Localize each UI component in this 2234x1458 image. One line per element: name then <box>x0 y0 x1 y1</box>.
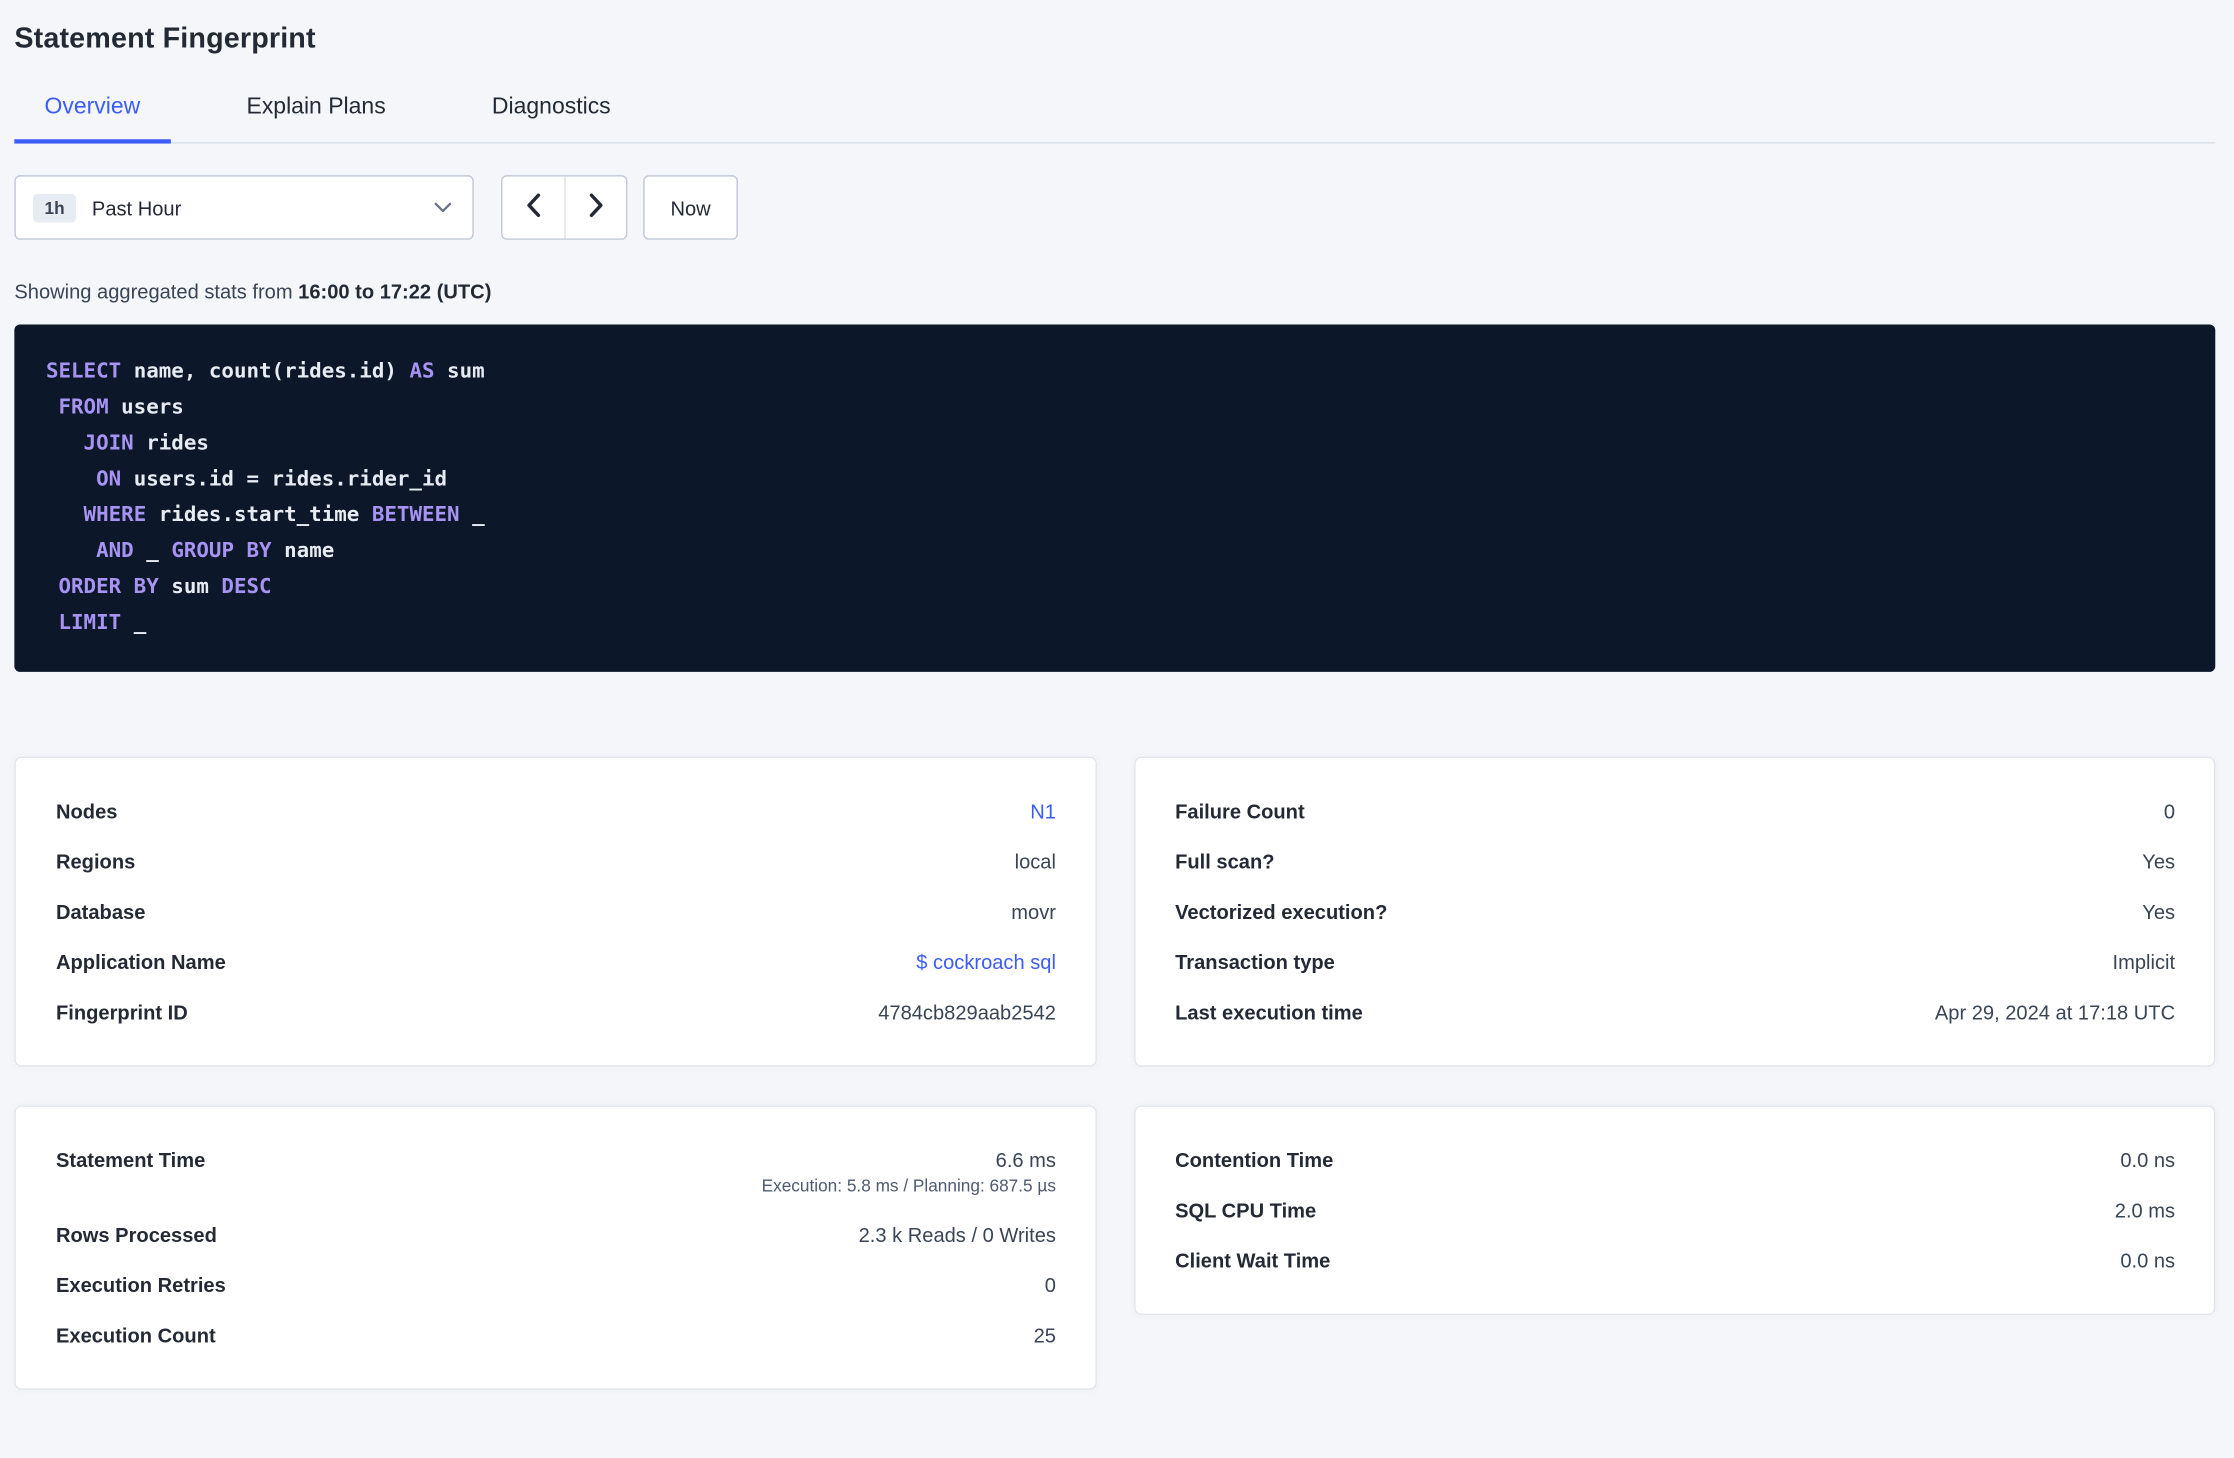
vectorized-value: Yes <box>2142 899 2176 923</box>
row-statement-time: Statement Time 6.6 ms Execution: 5.8 ms … <box>56 1134 1056 1209</box>
detail-row-regions: Regions local <box>56 836 1056 886</box>
time-range-dropdown[interactable]: 1h Past Hour <box>14 175 474 240</box>
detail-row-failure-count: Failure Count 0 <box>1175 785 2175 835</box>
detail-row-nodes: Nodes N1 <box>56 785 1056 835</box>
viewport: Statement Fingerprint Overview Explain P… <box>0 0 2234 1458</box>
time-interval-badge: 1h <box>33 193 77 222</box>
row-sql-cpu-time: SQL CPU Time 2.0 ms <box>1175 1184 2175 1234</box>
contention-time-value: 0.0 ns <box>2120 1147 2176 1171</box>
interval-arrows <box>501 175 628 240</box>
statement-time-breakdown: Execution: 5.8 ms / Planning: 687.5 µs <box>761 1175 1056 1196</box>
rows-processed-value: 2.3 k Reads / 0 Writes <box>858 1222 1056 1246</box>
row-execution-retries: Execution Retries 0 <box>56 1259 1056 1309</box>
detail-row-full-scan: Full scan? Yes <box>1175 836 2175 886</box>
row-client-wait-time: Client Wait Time 0.0 ns <box>1175 1235 2175 1285</box>
tab-explain-plans[interactable]: Explain Plans <box>216 95 415 144</box>
sql-line: LIMIT _ <box>58 611 147 635</box>
times-cards-row: Statement Time 6.6 ms Execution: 5.8 ms … <box>14 1105 2216 1390</box>
tab-diagnostics[interactable]: Diagnostics <box>462 95 641 144</box>
database-value: movr <box>1011 899 1056 923</box>
sql-line: ORDER BY sum DESC <box>58 575 272 599</box>
stats-summary-prefix: Showing aggregated stats from <box>14 279 299 303</box>
now-button[interactable]: Now <box>643 175 738 240</box>
details-cards-row: Nodes N1 Regions local Database movr App… <box>14 756 2216 1067</box>
tab-overview-label: Overview <box>44 94 141 120</box>
vectorized-label: Vectorized execution? <box>1175 899 1388 923</box>
statement-fingerprint-page: Statement Fingerprint Overview Explain P… <box>0 0 2234 1458</box>
client-wait-time-label: Client Wait Time <box>1175 1248 1331 1272</box>
sql-line: WHERE rides.start_time BETWEEN _ <box>83 503 485 527</box>
row-contention-time: Contention Time 0.0 ns <box>1175 1134 2175 1184</box>
execution-retries-label: Execution Retries <box>55 1272 226 1296</box>
detail-row-last-execution: Last execution time Apr 29, 2024 at 17:1… <box>1175 986 2175 1036</box>
stats-summary-range: 16:00 to 17:22 (UTC) <box>298 279 492 303</box>
execution-retries-value: 0 <box>1044 1272 1056 1296</box>
fingerprint-id-value: 4784cb829aab2542 <box>878 999 1056 1023</box>
row-execution-count: Execution Count 25 <box>56 1309 1056 1359</box>
regions-label: Regions <box>55 849 136 873</box>
tab-explain-plans-label: Explain Plans <box>246 94 386 120</box>
tab-bar: Overview Explain Plans Diagnostics <box>14 94 2216 144</box>
last-execution-value: Apr 29, 2024 at 17:18 UTC <box>1934 999 2176 1023</box>
sql-line: FROM users <box>58 396 184 420</box>
next-interval-button[interactable] <box>564 176 626 239</box>
fingerprint-id-label: Fingerprint ID <box>55 999 188 1023</box>
aggregated-stats-summary: Showing aggregated stats from 16:00 to 1… <box>14 280 2215 303</box>
detail-row-transaction-type: Transaction type Implicit <box>1175 936 2175 986</box>
last-execution-label: Last execution time <box>1175 999 1363 1023</box>
client-wait-time-value: 0.0 ns <box>2120 1248 2176 1272</box>
statement-time-label: Statement Time <box>55 1147 206 1171</box>
statement-time-value: 6.6 ms <box>995 1147 1056 1171</box>
sql-line: SELECT name, count(rides.id) AS sum <box>45 360 485 384</box>
sql-code: SELECT name, count(rides.id) AS sum FROM… <box>46 355 2184 642</box>
database-label: Database <box>55 899 146 923</box>
transaction-type-value: Implicit <box>2112 949 2176 973</box>
failure-count-value: 0 <box>2163 798 2176 822</box>
sql-line: JOIN rides <box>83 432 209 456</box>
detail-row-vectorized: Vectorized execution? Yes <box>1175 886 2175 936</box>
chevron-down-icon <box>434 201 453 214</box>
execution-count-value: 25 <box>1033 1322 1056 1346</box>
transaction-type-label: Transaction type <box>1175 949 1335 973</box>
regions-value: local <box>1014 849 1056 873</box>
time-toolbar: 1h Past Hour Now <box>14 175 2215 240</box>
app-name-link[interactable]: $ cockroach sql <box>916 950 1056 973</box>
tab-overview[interactable]: Overview <box>14 94 171 144</box>
row-rows-processed: Rows Processed 2.3 k Reads / 0 Writes <box>56 1209 1056 1259</box>
time-range-label: Past Hour <box>91 195 182 219</box>
detail-row-database: Database movr <box>56 886 1056 936</box>
execution-attributes-card: Failure Count 0 Full scan? Yes Vectorize… <box>1133 756 2216 1067</box>
sql-statement-box: SELECT name, count(rides.id) AS sum FROM… <box>14 324 2216 672</box>
sql-line: AND _ GROUP BY name <box>96 539 335 563</box>
chevron-right-icon <box>588 192 604 222</box>
detail-row-app-name: Application Name $ cockroach sql <box>56 936 1056 986</box>
wait-times-card: Contention Time 0.0 ns SQL CPU Time 2.0 … <box>1133 1105 2216 1316</box>
sql-cpu-time-label: SQL CPU Time <box>1175 1198 1317 1222</box>
statement-time-values: 6.6 ms Execution: 5.8 ms / Planning: 687… <box>762 1148 1056 1195</box>
detail-row-fingerprint-id: Fingerprint ID 4784cb829aab2542 <box>56 986 1056 1036</box>
app-name-label: Application Name <box>55 949 226 973</box>
nodes-label: Nodes <box>55 798 118 822</box>
nodes-link[interactable]: N1 <box>1030 799 1056 822</box>
execution-count-label: Execution Count <box>55 1322 216 1346</box>
tab-diagnostics-label: Diagnostics <box>491 94 611 120</box>
failure-count-label: Failure Count <box>1175 798 1305 822</box>
contention-time-label: Contention Time <box>1175 1147 1334 1171</box>
statement-times-card: Statement Time 6.6 ms Execution: 5.8 ms … <box>14 1105 1097 1390</box>
sql-cpu-time-value: 2.0 ms <box>2114 1198 2176 1222</box>
chevron-left-icon <box>525 192 541 222</box>
previous-interval-button[interactable] <box>502 176 565 239</box>
sql-line: ON users.id = rides.rider_id <box>96 468 448 492</box>
page-title: Statement Fingerprint <box>14 22 316 55</box>
full-scan-label: Full scan? <box>1175 849 1275 873</box>
statement-details-card: Nodes N1 Regions local Database movr App… <box>14 756 1097 1067</box>
rows-processed-label: Rows Processed <box>55 1222 217 1246</box>
full-scan-value: Yes <box>2142 849 2176 873</box>
